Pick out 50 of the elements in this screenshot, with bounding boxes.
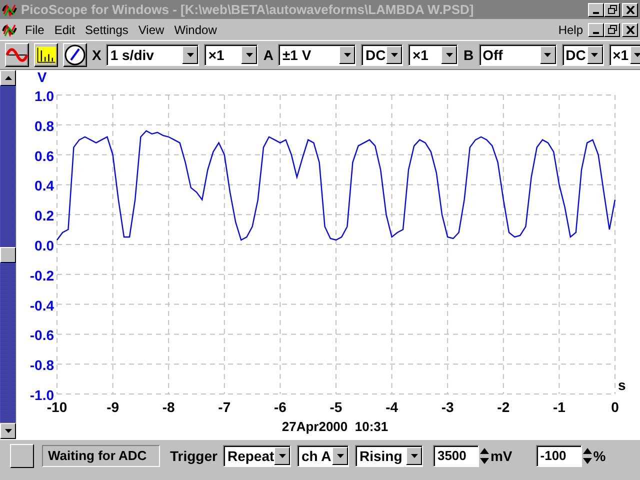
x-axis-tick-label: -8 (162, 399, 175, 415)
y-axis-tick-label: -0.2 (30, 267, 54, 284)
x-axis-tick-label: -3 (441, 399, 454, 415)
trigger-label: Trigger (170, 448, 218, 464)
x-axis-tick-label: -1 (552, 399, 566, 415)
y-axis-tick-label: -0.4 (30, 297, 54, 314)
dropdown[interactable]: ×1 (408, 44, 458, 66)
y-axis-tick-label: -0.8 (30, 357, 54, 374)
menu-item[interactable]: Settings (85, 22, 128, 36)
dropdown[interactable]: DC (562, 44, 604, 66)
spin-field[interactable]: -100 (536, 445, 582, 467)
y-axis-tick-label: 1.0 (34, 88, 54, 104)
unit-label: mV (490, 448, 512, 464)
dropdown[interactable]: Rising (355, 445, 424, 467)
y-axis-tick-label: -0.6 (30, 327, 54, 344)
menu-item[interactable]: Edit (54, 22, 76, 36)
menu-item[interactable]: Help (558, 22, 583, 36)
dropdown[interactable]: 1 s/div (106, 44, 200, 66)
status-field: Waiting for ADC (42, 445, 160, 467)
y-axis-unit: V (37, 70, 47, 85)
dropdown[interactable]: Off (478, 44, 557, 66)
dropdown[interactable]: ×1 (204, 44, 258, 66)
menu-item[interactable]: Window (174, 22, 217, 36)
x-axis-tick-label: -4 (386, 399, 398, 415)
x-axis-tick-label: 0 (611, 399, 619, 415)
dropdown[interactable]: ch A (297, 445, 350, 467)
y-axis-tick-label: 0.8 (34, 118, 54, 134)
x-axis-tick-label: -2 (497, 399, 510, 415)
y-axis-tick-label: 0.2 (34, 208, 54, 224)
dropdown[interactable]: Repeat (223, 445, 292, 467)
unit-label: % (593, 448, 606, 464)
x-axis-tick-label: -6 (274, 399, 286, 415)
spin-field[interactable]: 3500 (433, 445, 480, 467)
x-axis-tick-label: -5 (330, 399, 342, 415)
window-title: PicoScope for Windows - [K:\web\BETA\autowaveforms\LAMBDA W.PSD] (21, 2, 474, 17)
channel-label: X (92, 47, 102, 63)
y-axis-tick-label: 0.0 (34, 238, 54, 254)
y-axis-tick-label: 0.6 (34, 148, 54, 164)
y-axis-tick-label: 0.4 (34, 178, 54, 194)
dropdown[interactable]: ±1 V (278, 44, 356, 66)
channel-label: B (463, 47, 474, 63)
x-axis-tick-label: -9 (106, 399, 120, 415)
dropdown[interactable]: DC (361, 44, 404, 66)
x-axis-tick-label: -7 (218, 399, 231, 415)
channel-label: A (263, 47, 274, 63)
menu-item[interactable]: View (138, 22, 164, 36)
x-axis-unit: s (618, 377, 626, 393)
timestamp: 27Apr2000 10:31 (282, 419, 388, 434)
dropdown[interactable]: ×1 (608, 44, 640, 66)
menu-item[interactable]: File (25, 22, 44, 36)
